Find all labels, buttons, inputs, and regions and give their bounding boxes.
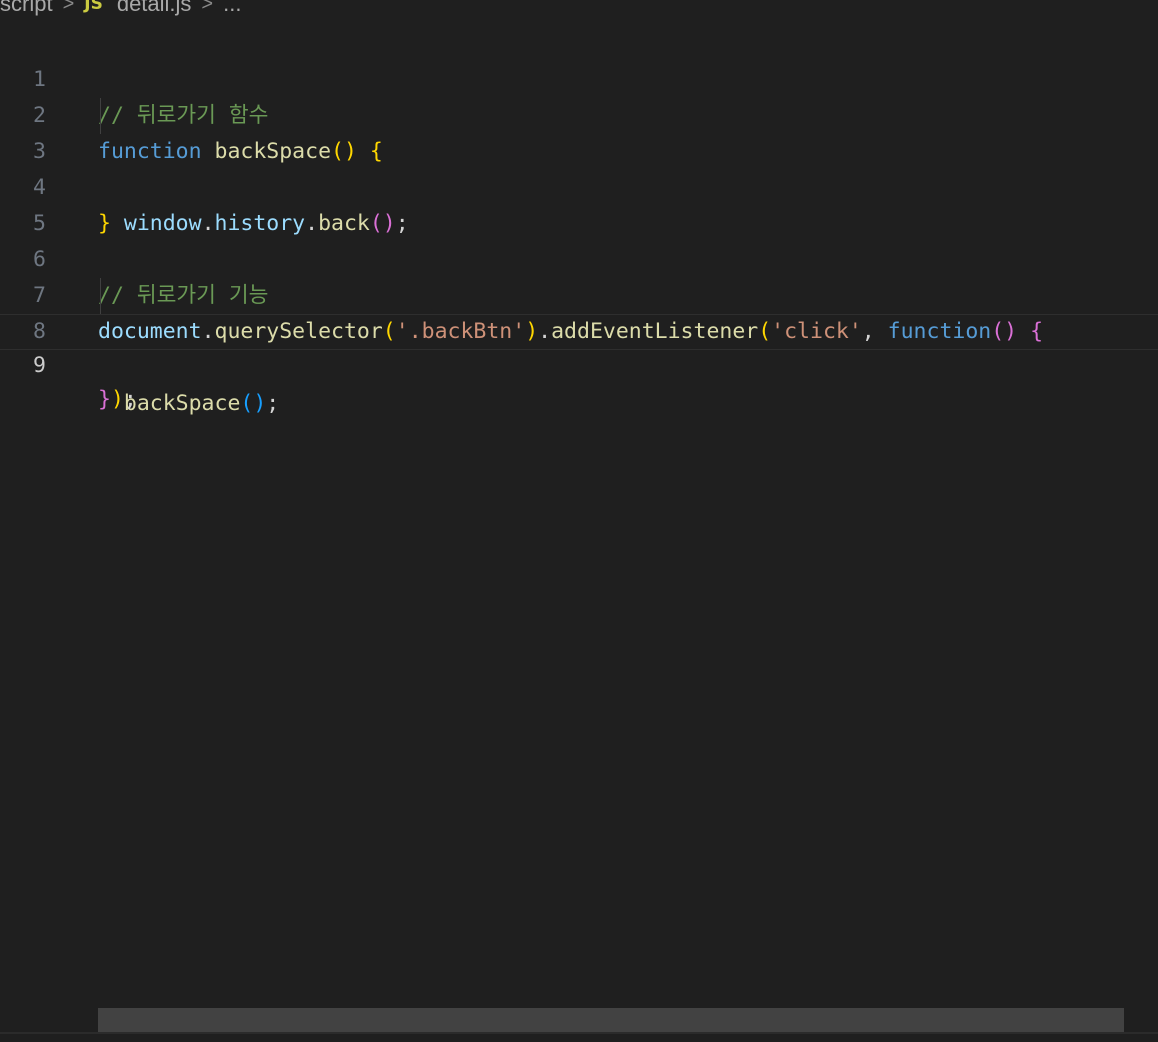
chevron-right-icon: > bbox=[201, 0, 214, 15]
code-content: }); bbox=[98, 387, 137, 412]
code-line[interactable]: 6 // 뒤로가기 기능 bbox=[0, 206, 1158, 308]
code-line[interactable]: 1 // 뒤로가기 함수 bbox=[0, 26, 1158, 128]
indent-guide bbox=[100, 278, 101, 314]
code-line[interactable]: 5 bbox=[0, 170, 1158, 236]
breadcrumb: script > JS detail.js > ... bbox=[0, 0, 241, 18]
indent-guide bbox=[100, 98, 101, 134]
code-line-current[interactable]: 9 }); bbox=[0, 314, 1158, 412]
code-line[interactable]: 2 function backSpace() { bbox=[0, 62, 1158, 164]
bracket: ) bbox=[110, 387, 124, 412]
breadcrumb-folder[interactable]: script bbox=[0, 0, 53, 17]
line-number: 9 bbox=[33, 353, 46, 378]
panel-divider bbox=[0, 1032, 1158, 1034]
horizontal-scrollbar[interactable] bbox=[98, 1008, 1124, 1032]
bracket: () bbox=[240, 391, 267, 416]
breadcrumb-symbols[interactable]: ... bbox=[223, 0, 241, 17]
code-line[interactable]: 3 window.history.back(); bbox=[0, 98, 1158, 236]
breadcrumb-file[interactable]: detail.js bbox=[117, 0, 192, 17]
function-call: backSpace bbox=[123, 391, 241, 416]
code-line[interactable]: 7 document.querySelector('.backBtn').add… bbox=[0, 242, 1158, 344]
code-line[interactable]: 8 backSpace(); bbox=[0, 278, 1158, 416]
bracket: } bbox=[98, 387, 111, 412]
code-line[interactable]: 4 } bbox=[0, 134, 1158, 236]
javascript-file-icon: JS bbox=[84, 0, 103, 14]
chevron-right-icon: > bbox=[62, 0, 75, 15]
code-editor[interactable]: 1 // 뒤로가기 함수 2 function backSpace() { 3 … bbox=[0, 26, 1158, 1006]
